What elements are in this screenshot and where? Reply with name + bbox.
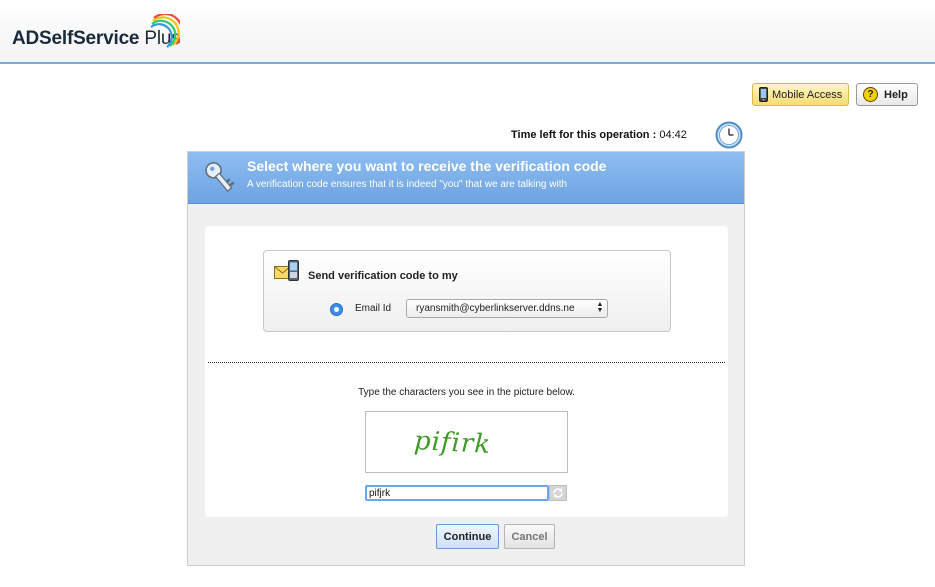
panel-content: Send verification code to my Email Id ry… xyxy=(205,226,728,517)
captcha-image: pifirk xyxy=(365,411,568,473)
cancel-button[interactable]: Cancel xyxy=(504,524,555,549)
app-header: ADSelfService Plus xyxy=(0,0,935,64)
mobile-phone-icon xyxy=(759,87,768,102)
delivery-method-box: Send verification code to my Email Id ry… xyxy=(263,250,671,332)
mobile-access-label: Mobile Access xyxy=(772,88,843,101)
email-option-label[interactable]: Email Id xyxy=(355,303,391,314)
banner-title: Select where you want to receive the ver… xyxy=(247,158,607,174)
captcha-image-text: pifirk xyxy=(413,426,492,460)
operation-timer: Time left for this operation : 04:42 xyxy=(511,129,687,141)
banner-subtitle: A verification code ensures that it is i… xyxy=(247,179,568,190)
key-icon xyxy=(205,162,235,192)
timer-label: Time left for this operation : xyxy=(511,129,657,141)
captcha-prompt: Type the characters you see in the pictu… xyxy=(358,387,575,398)
send-code-title: Send verification code to my xyxy=(308,270,458,282)
continue-button[interactable]: Continue xyxy=(436,524,499,549)
help-label: Help xyxy=(884,88,908,101)
rainbow-arc-icon xyxy=(150,14,180,48)
refresh-icon[interactable] xyxy=(549,485,567,501)
mobile-access-button[interactable]: Mobile Access xyxy=(752,83,849,106)
email-address-value: ryansmith@cyberlinkserver.ddns.ne xyxy=(416,303,575,314)
logo-main-text: ADSelfService xyxy=(12,28,140,49)
email-address-select[interactable]: ryansmith@cyberlinkserver.ddns.ne ▲ ▼ xyxy=(406,299,608,318)
clock-icon xyxy=(715,121,743,149)
section-divider xyxy=(208,362,725,363)
question-mark-icon: ? xyxy=(863,87,878,102)
panel-banner: Select where you want to receive the ver… xyxy=(188,152,744,204)
email-sms-icon xyxy=(274,260,299,281)
select-updown-icon: ▲ ▼ xyxy=(596,301,604,314)
refresh-arrows-icon xyxy=(553,488,563,498)
email-option-radio[interactable] xyxy=(330,303,343,316)
timer-value: 04:42 xyxy=(659,129,687,141)
captcha-input[interactable] xyxy=(365,485,549,501)
verification-panel: Select where you want to receive the ver… xyxy=(187,151,745,566)
help-button[interactable]: ? Help xyxy=(856,83,918,106)
